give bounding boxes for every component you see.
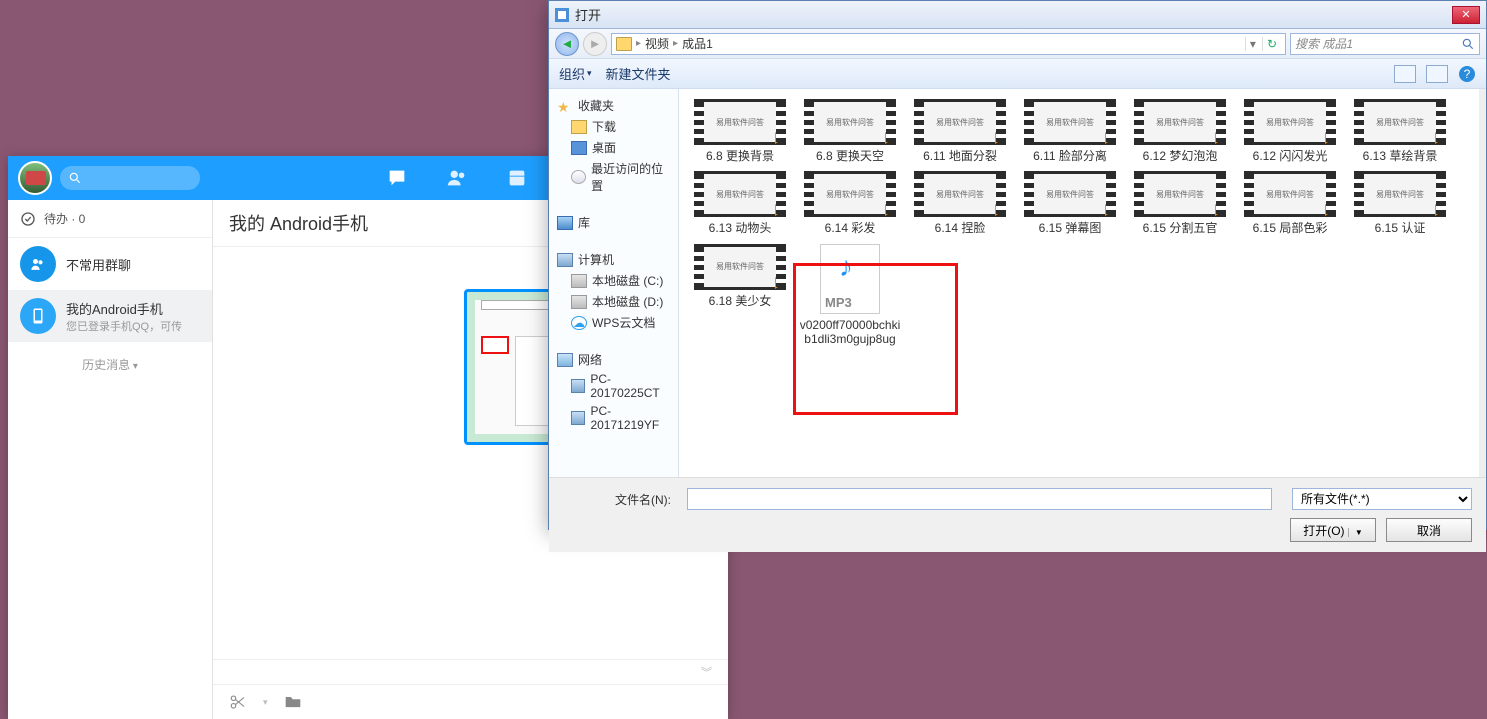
- open-button[interactable]: 打开(O) ▼: [1290, 518, 1376, 542]
- tree-drive-d[interactable]: 本地磁盘 (D:): [549, 291, 678, 312]
- new-folder-button[interactable]: 新建文件夹: [606, 64, 671, 83]
- tree-desktop[interactable]: 桌面: [549, 137, 678, 158]
- item-title: 不常用群聊: [66, 255, 131, 274]
- close-button[interactable]: ✕: [1452, 6, 1480, 24]
- apps-tab-icon[interactable]: [506, 167, 528, 189]
- forward-button[interactable]: ►: [583, 32, 607, 56]
- file-item[interactable]: 易用软件问答6.8 更换背景: [687, 97, 793, 165]
- filename-input[interactable]: [687, 488, 1272, 510]
- file-item[interactable]: 易用软件问答6.14 彩发: [797, 169, 903, 237]
- open-file-dialog: 打开 ✕ ◄ ► ▸ 视频 ▸ 成品1 ▾ ↻ 搜索 成品1 组织▾ 新建文件夹: [548, 0, 1487, 530]
- tree-recent[interactable]: 最近访问的位置: [549, 158, 678, 196]
- toolbar: 组织▾ 新建文件夹 ?: [549, 59, 1486, 89]
- file-item[interactable]: 易用软件问答6.14 捏脸: [907, 169, 1013, 237]
- file-item[interactable]: 易用软件问答6.12 梦幻泡泡: [1127, 97, 1233, 165]
- contacts-tab-icon[interactable]: [446, 167, 468, 189]
- file-item[interactable]: 易用软件问答6.13 草绘背景: [1347, 97, 1453, 165]
- todo-label: 待办 · 0: [44, 210, 85, 227]
- preview-button[interactable]: [1426, 65, 1448, 83]
- tree-pc1[interactable]: PC-20170225CT: [549, 370, 678, 402]
- dialog-title: 打开: [575, 5, 601, 24]
- crumb-0[interactable]: 视频: [645, 35, 669, 52]
- file-item[interactable]: 易用软件问答6.12 闪闪发光: [1237, 97, 1343, 165]
- organize-button[interactable]: 组织▾: [559, 64, 592, 83]
- file-item[interactable]: 易用软件问答6.11 地面分裂: [907, 97, 1013, 165]
- item-subtitle: 您已登录手机QQ，可传: [66, 318, 182, 334]
- file-item[interactable]: 易用软件问答6.15 分割五官: [1127, 169, 1233, 237]
- history-link[interactable]: 历史消息: [8, 342, 212, 387]
- dialog-footer: 文件名(N): 所有文件(*.*) 打开(O) ▼ 取消: [549, 477, 1486, 552]
- search-placeholder: 搜索 成品1: [1295, 35, 1353, 52]
- file-item[interactable]: 易用软件问答6.13 动物头: [687, 169, 793, 237]
- file-item[interactable]: 易用软件问答6.18 美少女: [687, 242, 793, 349]
- scrollbar[interactable]: [1479, 89, 1486, 477]
- phone-icon: [20, 298, 56, 334]
- dropdown-icon[interactable]: ▾: [263, 697, 268, 708]
- help-icon[interactable]: ?: [1458, 65, 1476, 83]
- crumb-1[interactable]: 成品1: [682, 35, 713, 52]
- filename-label: 文件名(N):: [563, 491, 679, 508]
- search-icon: [1461, 37, 1475, 51]
- search-field[interactable]: 搜索 成品1: [1290, 33, 1480, 55]
- messages-tab-icon[interactable]: [386, 167, 408, 189]
- file-item[interactable]: 易用软件问答6.11 脸部分离: [1017, 97, 1123, 165]
- folder-icon: [616, 37, 632, 51]
- sidebar: 待办 · 0 不常用群聊 我的Android手机 您已登录手机QQ，可传: [8, 200, 213, 719]
- todo-bar[interactable]: 待办 · 0: [8, 200, 212, 238]
- file-item[interactable]: 易用软件问答6.8 更换天空: [797, 97, 903, 165]
- cancel-button[interactable]: 取消: [1386, 518, 1472, 542]
- chat-toolbar: ▾: [213, 684, 728, 719]
- app-icon: [555, 8, 569, 22]
- tree-downloads[interactable]: 下载: [549, 116, 678, 137]
- back-button[interactable]: ◄: [555, 32, 579, 56]
- check-icon: [20, 211, 36, 227]
- file-item-mp3[interactable]: ♪MP3v0200ff70000bchkib1dli3m0gujp8ug: [797, 242, 903, 349]
- breadcrumb[interactable]: ▸ 视频 ▸ 成品1 ▾ ↻: [611, 33, 1286, 55]
- item-title: 我的Android手机: [66, 299, 182, 318]
- tree-favorites[interactable]: ★收藏夹: [549, 95, 678, 116]
- tree-drive-c[interactable]: 本地磁盘 (C:): [549, 270, 678, 291]
- tree-computer[interactable]: 计算机: [549, 249, 678, 270]
- chevron-down-icon[interactable]: ︾: [701, 664, 712, 680]
- file-item[interactable]: 易用软件问答6.15 认证: [1347, 169, 1453, 237]
- file-type-select[interactable]: 所有文件(*.*): [1292, 488, 1472, 510]
- tree-network[interactable]: 网络: [549, 349, 678, 370]
- search-icon: [68, 171, 82, 185]
- file-list[interactable]: 易用软件问答6.8 更换背景易用软件问答6.8 更换天空易用软件问答6.11 地…: [679, 89, 1486, 477]
- folder-icon[interactable]: [284, 693, 302, 711]
- file-item[interactable]: 易用软件问答6.15 局部色彩: [1237, 169, 1343, 237]
- scissors-icon[interactable]: [229, 693, 247, 711]
- tree-pc2[interactable]: PC-20171219YF: [549, 402, 678, 434]
- view-button[interactable]: [1394, 65, 1416, 83]
- nav-tree: ★收藏夹 下载 桌面 最近访问的位置 库 计算机 本地磁盘 (C:) 本地磁盘 …: [549, 89, 679, 477]
- avatar[interactable]: [18, 161, 52, 195]
- tree-wps[interactable]: ☁WPS云文档: [549, 312, 678, 333]
- header-tabs: [386, 167, 528, 189]
- dialog-titlebar[interactable]: 打开 ✕: [549, 1, 1486, 29]
- sidebar-item-group[interactable]: 不常用群聊: [8, 238, 212, 290]
- group-icon: [20, 246, 56, 282]
- svg-text:?: ?: [1464, 67, 1471, 81]
- file-item[interactable]: 易用软件问答6.15 弹幕图: [1017, 169, 1123, 237]
- dropdown-icon[interactable]: ▾: [1245, 37, 1260, 51]
- sidebar-item-android[interactable]: 我的Android手机 您已登录手机QQ，可传: [8, 290, 212, 342]
- refresh-icon[interactable]: ↻: [1262, 37, 1281, 51]
- search-input[interactable]: [60, 166, 200, 190]
- tree-library[interactable]: 库: [549, 212, 678, 233]
- nav-bar: ◄ ► ▸ 视频 ▸ 成品1 ▾ ↻ 搜索 成品1: [549, 29, 1486, 59]
